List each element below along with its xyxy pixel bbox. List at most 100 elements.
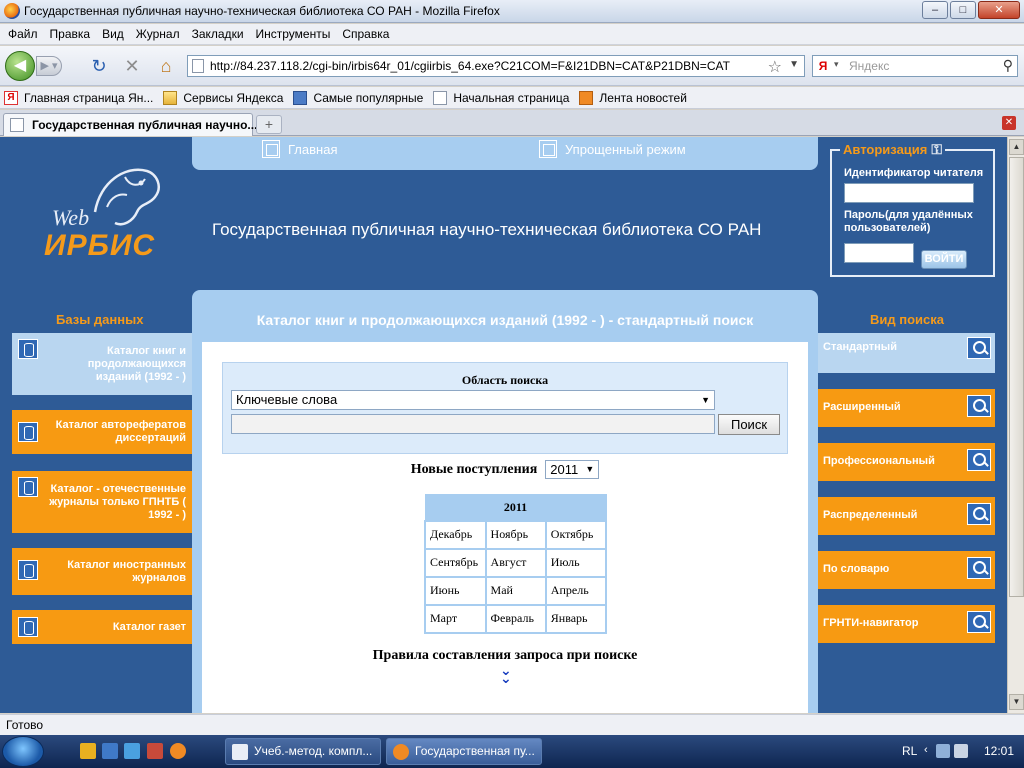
network-icon[interactable] bbox=[936, 744, 950, 758]
db-label-line: журналы только ГПНТБ ( bbox=[49, 495, 186, 508]
bookmark-label: Самые популярные bbox=[313, 90, 424, 105]
bookmark-news-feed[interactable]: Лента новостей bbox=[579, 90, 687, 105]
month-april[interactable]: Апрель bbox=[544, 575, 608, 606]
month-may[interactable]: Май bbox=[484, 575, 547, 606]
bookmark-label: Начальная страница bbox=[453, 90, 570, 105]
month-september[interactable]: Сентябрь bbox=[424, 547, 487, 578]
scroll-down-icon[interactable]: ▼ bbox=[1009, 694, 1024, 710]
db-item-books-label: Каталог книг и продолжающихся изданий (1… bbox=[58, 345, 186, 384]
menu-edit[interactable]: Правка bbox=[46, 27, 99, 41]
bookmark-yandex-services[interactable]: Сервисы Яндекса bbox=[163, 90, 283, 105]
quicklaunch-firefox-icon[interactable] bbox=[170, 743, 186, 759]
vertical-scrollbar[interactable]: ▲ ▼ bbox=[1007, 137, 1024, 713]
url-dropdown-icon[interactable]: ▼ bbox=[789, 59, 799, 70]
home-icon[interactable]: ⌂ bbox=[155, 56, 177, 76]
search-type-distributed[interactable]: Распределенный bbox=[818, 497, 995, 535]
databases-title: Базы данных bbox=[56, 312, 144, 327]
magnifier-icon bbox=[967, 449, 991, 471]
menu-bar: Файл Правка Вид Журнал Закладки Инструме… bbox=[0, 24, 1024, 45]
year-select[interactable]: 2011 ▼ bbox=[545, 460, 600, 479]
search-field-select[interactable]: Ключевые слова ▼ bbox=[231, 390, 715, 410]
search-type-label: Распределенный bbox=[823, 509, 918, 521]
quicklaunch-app-icon[interactable] bbox=[80, 743, 96, 759]
month-october[interactable]: Октябрь bbox=[544, 519, 608, 550]
db-item-foreign-journals[interactable]: Каталог иностранных журналов bbox=[12, 548, 192, 595]
auth-title-text: Авторизация bbox=[843, 142, 928, 157]
bookmark-yandex-home[interactable]: Я Главная страница Ян... bbox=[4, 90, 154, 105]
tray-expand-icon[interactable]: ‹ bbox=[924, 744, 928, 756]
search-type-professional[interactable]: Профессиональный bbox=[818, 443, 995, 481]
month-december[interactable]: Декабрь bbox=[424, 519, 487, 550]
db-item-dissertations[interactable]: Каталог авторефератов диссертаций bbox=[12, 410, 192, 454]
search-type-grnti-navigator[interactable]: ГРНТИ-навигатор bbox=[818, 605, 995, 643]
database-icon bbox=[18, 560, 38, 580]
bookmark-label: Главная страница Ян... bbox=[24, 90, 154, 105]
minimize-button[interactable]: – bbox=[922, 1, 948, 19]
month-january[interactable]: Январь bbox=[544, 603, 608, 634]
db-item-foreign-journals-label: Каталог иностранных журналов bbox=[37, 559, 186, 585]
taskbar-item-label: Государственная пу... bbox=[415, 744, 535, 758]
quicklaunch-ie-icon[interactable] bbox=[124, 743, 140, 759]
month-august[interactable]: Август bbox=[484, 547, 547, 578]
menu-view[interactable]: Вид bbox=[98, 27, 132, 41]
db-label-line: 1992 - ) bbox=[148, 508, 186, 521]
window-titlebar: Государственная публичная научно-техниче… bbox=[0, 0, 1024, 23]
close-window-button[interactable]: ✕ bbox=[978, 1, 1020, 19]
back-button[interactable]: ◀ bbox=[5, 51, 35, 81]
yandex-icon[interactable]: Я bbox=[816, 59, 830, 73]
menu-help[interactable]: Справка bbox=[338, 27, 397, 41]
bookmark-most-popular[interactable]: Самые популярные bbox=[293, 90, 424, 105]
show-desktop-icon[interactable] bbox=[102, 743, 118, 759]
taskbar-item-word[interactable]: Учеб.-метод. компл... bbox=[225, 738, 381, 765]
search-type-standard[interactable]: Стандартный bbox=[818, 333, 995, 373]
start-button[interactable] bbox=[2, 736, 44, 767]
reader-id-input[interactable] bbox=[844, 183, 974, 203]
password-input[interactable] bbox=[844, 243, 914, 263]
search-query-input[interactable] bbox=[231, 414, 715, 434]
tab-bar: Государственная публичная научно... + ✕ bbox=[0, 110, 1024, 136]
menu-bookmarks[interactable]: Закладки bbox=[188, 27, 252, 41]
month-july[interactable]: Июль bbox=[544, 547, 608, 578]
quicklaunch-paint-icon[interactable] bbox=[147, 743, 163, 759]
close-tab-button[interactable]: ✕ bbox=[1002, 116, 1016, 130]
forward-button[interactable]: ▶ ▾ bbox=[36, 56, 62, 76]
menu-tools[interactable]: Инструменты bbox=[252, 27, 339, 41]
bookmark-star-icon[interactable]: ☆ bbox=[768, 57, 782, 77]
month-june[interactable]: Июнь bbox=[424, 575, 487, 606]
month-november[interactable]: Ноябрь bbox=[484, 519, 547, 550]
taskbar-item-firefox[interactable]: Государственная пу... bbox=[386, 738, 542, 765]
bookmark-start-page[interactable]: Начальная страница bbox=[433, 90, 570, 105]
volume-icon[interactable] bbox=[954, 744, 968, 758]
double-chevron-down-icon[interactable]: ⌄ ⌄ bbox=[500, 663, 512, 685]
menu-history[interactable]: Журнал bbox=[132, 27, 188, 41]
logo-web-text: Web bbox=[52, 205, 90, 230]
nav-simple-mode-link[interactable]: Упрощенный режим bbox=[539, 140, 686, 158]
search-icon[interactable]: ⚲ bbox=[1003, 57, 1013, 74]
month-february[interactable]: Февраль bbox=[484, 603, 547, 634]
menu-file[interactable]: Файл bbox=[4, 27, 46, 41]
scrollbar-thumb[interactable] bbox=[1009, 157, 1024, 597]
language-indicator[interactable]: RL bbox=[902, 744, 917, 758]
url-bar[interactable]: http://84.237.118.2/cgi-bin/irbis64r_01/… bbox=[187, 55, 805, 77]
taskbar-item-label: Учеб.-метод. компл... bbox=[254, 744, 373, 758]
reload-icon[interactable]: ↻ bbox=[88, 56, 110, 76]
search-engine-dropdown-icon[interactable]: ▾ bbox=[834, 59, 839, 70]
search-button[interactable]: Поиск bbox=[718, 414, 780, 435]
login-button[interactable]: ВОЙТИ bbox=[921, 250, 967, 269]
search-types-title: Вид поиска bbox=[870, 312, 944, 327]
new-tab-button[interactable]: + bbox=[256, 115, 282, 134]
db-item-newspapers[interactable]: Каталог газет bbox=[12, 610, 192, 644]
stop-icon[interactable]: ✕ bbox=[121, 56, 143, 76]
search-type-label: Расширенный bbox=[823, 401, 901, 413]
web-search-box[interactable]: Я ▾ Яндекс ⚲ bbox=[812, 55, 1018, 77]
search-type-dictionary[interactable]: По словарю bbox=[818, 551, 995, 589]
db-item-books[interactable]: Каталог книг и продолжающихся изданий (1… bbox=[12, 333, 192, 395]
scroll-up-icon[interactable]: ▲ bbox=[1009, 139, 1024, 155]
nav-home-link[interactable]: Главная bbox=[262, 140, 337, 158]
maximize-button[interactable]: □ bbox=[950, 1, 976, 19]
month-march[interactable]: Март bbox=[424, 603, 487, 634]
db-item-domestic-journals[interactable]: Каталог - отечественные журналы только Г… bbox=[12, 471, 192, 533]
chevron-down-icon: ▼ bbox=[585, 464, 595, 474]
tab-active[interactable]: Государственная публичная научно... bbox=[3, 113, 257, 136]
search-type-extended[interactable]: Расширенный bbox=[818, 389, 995, 427]
